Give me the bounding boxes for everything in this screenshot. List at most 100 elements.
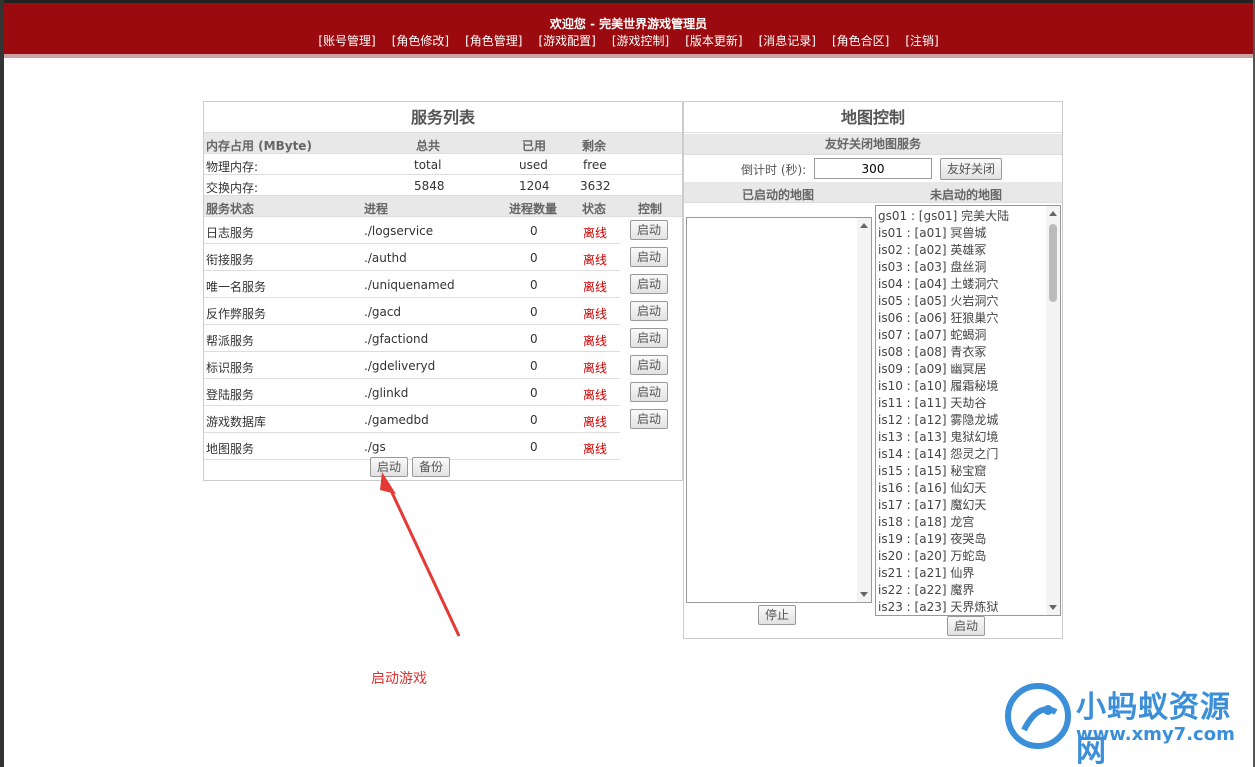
map-list-item[interactable]: is21 : [a21] 仙界 xyxy=(876,565,1060,582)
service-count: 0 xyxy=(530,413,538,427)
map-list-item[interactable]: is12 : [a12] 雾隐龙城 xyxy=(876,412,1060,429)
service-count: 0 xyxy=(530,440,538,454)
service-row: 地图服务 ./gs 0 离线 xyxy=(204,433,620,460)
service-process: ./gs xyxy=(364,440,386,454)
map-list-item[interactable]: is23 : [a23] 天界炼狱 xyxy=(876,599,1060,615)
nav-game-config[interactable]: [游戏配置] xyxy=(538,32,595,49)
service-start-button[interactable]: 启动 xyxy=(630,274,669,294)
nav-role-modify[interactable]: [角色修改] xyxy=(392,32,449,49)
nav-version-update[interactable]: [版本更新] xyxy=(685,32,742,49)
service-count: 0 xyxy=(530,305,538,319)
service-status: 离线 xyxy=(583,334,608,348)
map-list-item[interactable]: is20 : [a20] 万蛇岛 xyxy=(876,548,1060,565)
swap-memory-row: 交换内存: 5848 1204 3632 xyxy=(204,175,682,196)
mem-label: 交换内存: xyxy=(206,181,259,195)
map-list-item[interactable]: is19 : [a19] 夜哭岛 xyxy=(876,531,1060,548)
service-name: 反作弊服务 xyxy=(206,307,267,321)
service-start-button[interactable]: 启动 xyxy=(630,355,669,375)
service-status: 离线 xyxy=(583,253,608,267)
nav-account-manage[interactable]: [账号管理] xyxy=(318,32,375,49)
service-start-button[interactable]: 启动 xyxy=(630,220,669,240)
map-list-item[interactable]: gs01 : [gs01] 完美大陆 xyxy=(876,208,1060,225)
nav-role-merge[interactable]: [角色合区] xyxy=(832,32,889,49)
map-list-item[interactable]: is06 : [a06] 狂狼巢穴 xyxy=(876,310,1060,327)
friendly-close-button[interactable]: 友好关闭 xyxy=(940,158,1003,180)
nav-message-log[interactable]: [消息记录] xyxy=(759,32,816,49)
start-map-button[interactable]: 启动 xyxy=(947,616,986,636)
mem-col-label: 内存占用 (MByte) xyxy=(206,139,312,153)
nav-logout[interactable]: [注销] xyxy=(905,32,938,49)
nav-game-control[interactable]: [游戏控制] xyxy=(612,32,669,49)
map-list-item[interactable]: is04 : [a04] 土蝼洞穴 xyxy=(876,276,1060,293)
map-list-item[interactable]: is01 : [a01] 冥兽城 xyxy=(876,225,1060,242)
scroll-up-icon[interactable] xyxy=(860,223,868,228)
service-row: 游戏数据库 ./gamedbd 0 离线 xyxy=(204,406,620,433)
countdown-input[interactable] xyxy=(814,158,932,179)
mem-free: 3632 xyxy=(580,179,611,193)
map-list-item[interactable]: is05 : [a05] 火岩洞穴 xyxy=(876,293,1060,310)
mem-label: 物理内存: xyxy=(206,160,259,174)
service-row: 标识服务 ./gdeliveryd 0 离线 xyxy=(204,352,620,379)
service-row: 衔接服务 ./authd 0 离线 xyxy=(204,244,620,271)
scroll-down-icon[interactable] xyxy=(860,592,868,597)
service-name: 地图服务 xyxy=(206,442,255,456)
service-status: 离线 xyxy=(583,388,608,402)
not-started-maps-scrollbar[interactable] xyxy=(1046,206,1060,615)
service-start-button[interactable]: 启动 xyxy=(630,301,669,321)
service-list-panel: 服务列表 内存占用 (MByte) 总共 已用 剩余 物理内存: total u… xyxy=(203,101,683,481)
map-list-item[interactable]: is16 : [a16] 仙幻天 xyxy=(876,480,1060,497)
map-list-item[interactable]: is10 : [a10] 履霜秘境 xyxy=(876,378,1060,395)
service-start-button[interactable]: 启动 xyxy=(630,328,669,348)
scroll-thumb[interactable] xyxy=(1049,224,1057,302)
ant-logo-icon xyxy=(1005,683,1071,749)
started-maps-list[interactable] xyxy=(686,217,872,603)
map-list-item[interactable]: is03 : [a03] 盘丝洞 xyxy=(876,259,1060,276)
service-name: 登陆服务 xyxy=(206,388,255,402)
map-list-item[interactable]: is15 : [a15] 秘宝窟 xyxy=(876,463,1060,480)
mem-col-free: 剩余 xyxy=(582,139,607,153)
service-name: 游戏数据库 xyxy=(206,415,267,429)
scroll-down-icon[interactable] xyxy=(1049,605,1057,610)
stop-map-button[interactable]: 停止 xyxy=(758,605,797,625)
map-list-item[interactable]: is02 : [a02] 英雄冢 xyxy=(876,242,1060,259)
not-started-maps-list[interactable]: gs01 : [gs01] 完美大陆 is01 : [a01] 冥兽城 is02 :… xyxy=(875,205,1061,616)
service-process: ./gacd xyxy=(364,305,402,319)
service-list-title: 服务列表 xyxy=(204,102,682,133)
watermark: 小蚂蚁资源网 www.xmy7.com xyxy=(1004,682,1255,767)
service-process: ./uniquenamed xyxy=(364,278,455,292)
map-list-item[interactable]: is08 : [a08] 青衣冢 xyxy=(876,344,1060,361)
service-start-button[interactable]: 启动 xyxy=(630,409,669,429)
service-process: ./gamedbd xyxy=(364,413,429,427)
welcome-text: 欢迎您 - 完美世界游戏管理员 xyxy=(549,17,708,31)
map-list-item[interactable]: is18 : [a18] 龙宫 xyxy=(876,514,1060,531)
map-list-item[interactable]: is22 : [a22] 魔界 xyxy=(876,582,1060,599)
map-lists-header: 已启动的地图 未启动的地图 xyxy=(684,182,1062,203)
svc-col-state: 状态 xyxy=(582,202,607,216)
physical-memory-row: 物理内存: total used free xyxy=(204,154,682,175)
service-count: 0 xyxy=(530,386,538,400)
service-status: 离线 xyxy=(583,307,608,321)
service-count: 0 xyxy=(530,278,538,292)
map-control-panel: 地图控制 友好关闭地图服务 倒计时 (秒): 友好关闭 已启动的地图 未启动的地… xyxy=(683,101,1063,639)
service-start-button[interactable]: 启动 xyxy=(630,382,669,402)
service-start-button[interactable]: 启动 xyxy=(630,247,669,267)
service-name: 标识服务 xyxy=(206,361,255,375)
scroll-up-icon[interactable] xyxy=(1049,211,1057,216)
map-list-item[interactable]: is17 : [a17] 魔幻天 xyxy=(876,497,1060,514)
service-count: 0 xyxy=(530,332,538,346)
map-list-item[interactable]: is13 : [a13] 鬼狱幻境 xyxy=(876,429,1060,446)
top-header: 欢迎您 - 完美世界游戏管理员 [账号管理] [角色修改] [角色管理] [游戏配置]… xyxy=(4,0,1253,58)
map-list-item[interactable]: is11 : [a11] 天劫谷 xyxy=(876,395,1060,412)
map-control-title: 地图控制 xyxy=(684,102,1062,133)
service-process: ./logservice xyxy=(364,224,434,238)
started-maps-scrollbar[interactable] xyxy=(857,218,871,602)
mem-total: 5848 xyxy=(414,179,445,193)
service-status: 离线 xyxy=(583,415,608,429)
nav-role-manage[interactable]: [角色管理] xyxy=(465,32,522,49)
map-list-item[interactable]: is09 : [a09] 幽冥居 xyxy=(876,361,1060,378)
service-status: 离线 xyxy=(583,361,608,375)
map-list-item[interactable]: is14 : [a14] 怨灵之门 xyxy=(876,446,1060,463)
annotation-arrow-icon xyxy=(380,472,461,637)
countdown-label: 倒计时 (秒): xyxy=(741,163,807,177)
map-list-item[interactable]: is07 : [a07] 蛇蝎洞 xyxy=(876,327,1060,344)
